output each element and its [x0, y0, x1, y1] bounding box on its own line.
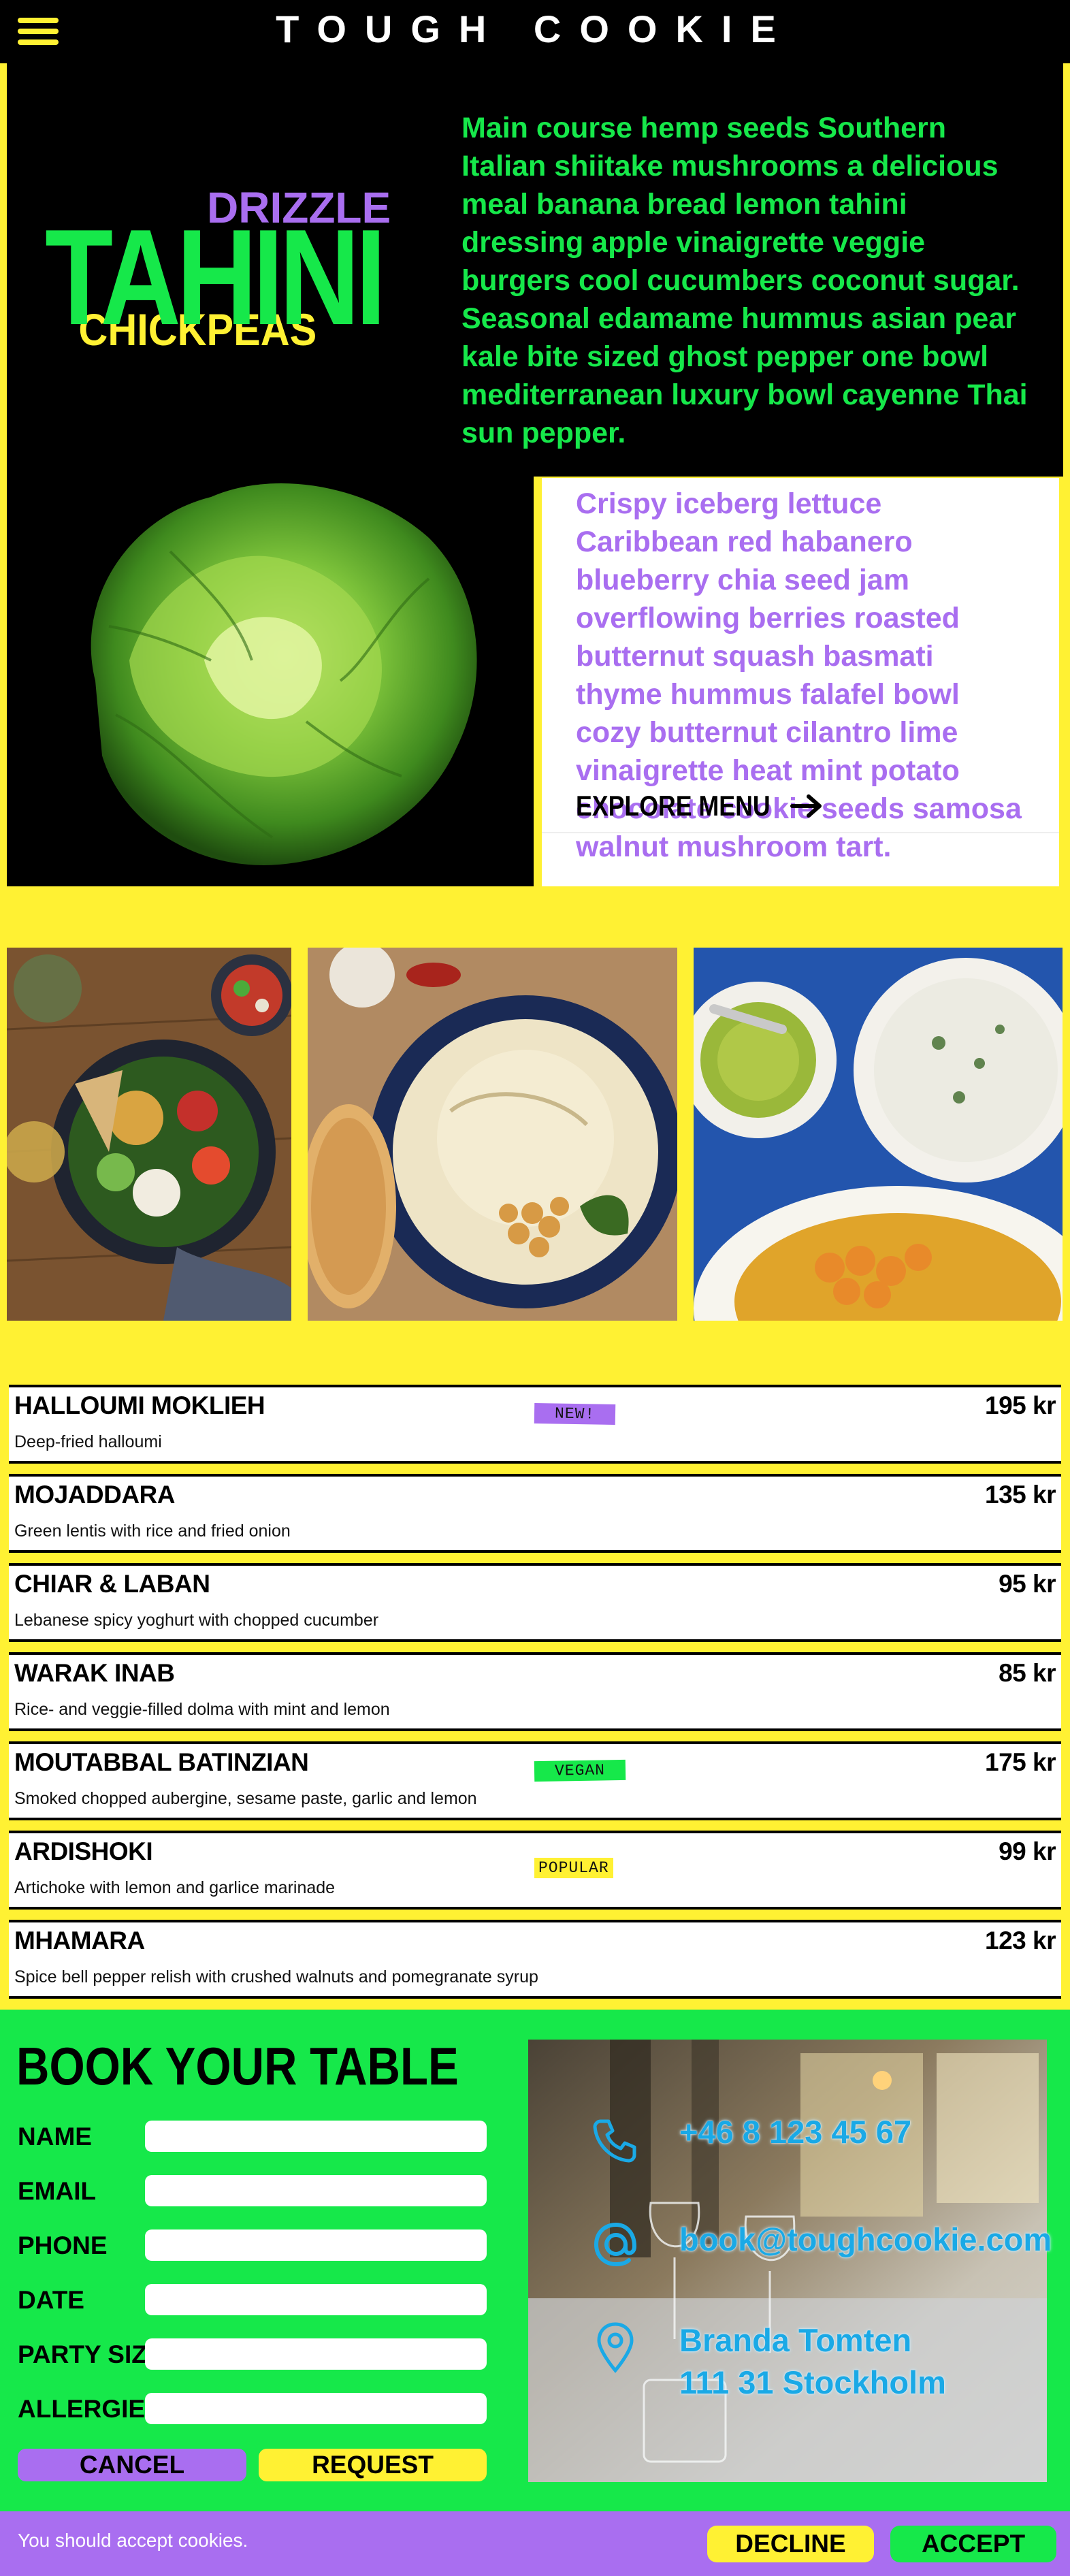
card-divider	[542, 832, 1059, 833]
name-field[interactable]	[145, 2121, 487, 2152]
date-field[interactable]	[145, 2284, 487, 2315]
menu-item-name: ARDISHOKI	[14, 1837, 153, 1865]
menu-item-price: 95 kr	[999, 1570, 1056, 1598]
menu-item[interactable]: ARDISHOKI Artichoke with lemon and garlic…	[9, 1831, 1061, 1910]
explore-menu-label: EXPLORE MENU	[576, 790, 771, 822]
menu-item[interactable]: MOUTABBAL BATINZIAN Smoked chopped auberg…	[9, 1741, 1061, 1820]
cancel-button[interactable]: CANCEL	[18, 2449, 246, 2481]
menu-item-name: HALLOUMI MOKLIEH	[14, 1391, 265, 1419]
menu-item-name: MHAMARA	[14, 1927, 145, 1954]
allergies-field[interactable]	[145, 2393, 487, 2424]
menu-item-description: Artichoke with lemon and garlice marinad…	[14, 1878, 336, 1897]
menu-item-name: MOUTABBAL BATINZIAN	[14, 1748, 309, 1776]
menu-item-badge: VEGAN	[534, 1759, 626, 1782]
phone-field[interactable]	[145, 2229, 487, 2261]
menu-item-description: Lebanese spicy yoghurt with chopped cucu…	[14, 1611, 379, 1630]
email-label: EMAIL	[18, 2177, 97, 2205]
menu-item-description: Spice bell pepper relish with crushed wa…	[14, 1967, 538, 1986]
arrow-right-icon	[790, 794, 822, 818]
menu-item-price: 85 kr	[999, 1659, 1056, 1687]
menu-item-price: 135 kr	[985, 1481, 1056, 1509]
menu-item[interactable]: MOJADDARA Green lentis with rice and frie…	[9, 1474, 1061, 1553]
photo-mezze	[694, 948, 1063, 1321]
site-title[interactable]: TOUGH COOKIE	[0, 7, 1070, 51]
name-label: NAME	[18, 2123, 92, 2151]
contact-email[interactable]: book@toughcookie.com	[679, 2221, 1052, 2258]
menu-item-name: MOJADDARA	[14, 1481, 176, 1509]
map-pin-icon	[597, 2322, 634, 2373]
menu-item[interactable]: WARAK INAB Rice- and veggie-filled dolma …	[9, 1652, 1061, 1731]
menu-item-price: 99 kr	[999, 1837, 1056, 1865]
booking-title: BOOK YOUR TABLE	[16, 2036, 459, 2096]
phone-label: PHONE	[18, 2232, 108, 2259]
cookie-message: You should accept cookies.	[18, 2530, 248, 2551]
decline-button[interactable]: DECLINE	[707, 2526, 874, 2562]
party-size-label: PARTY SIZE	[18, 2340, 164, 2368]
menu-item-price: 123 kr	[985, 1927, 1056, 1954]
contact-phone[interactable]: +46 8 123 45 67	[679, 2113, 911, 2151]
request-button[interactable]: REQUEST	[259, 2449, 487, 2481]
lettuce-image	[91, 483, 477, 865]
email-field[interactable]	[145, 2175, 487, 2206]
contact-address-line2: 111 31 Stockholm	[679, 2364, 946, 2400]
accept-button[interactable]: ACCEPT	[890, 2526, 1056, 2562]
menu-item[interactable]: CHIAR & LABAN Lebanese spicy yoghurt with…	[9, 1563, 1061, 1642]
explore-menu-link[interactable]: EXPLORE MENU	[576, 790, 825, 822]
allergies-label: ALLERGIES	[18, 2395, 162, 2423]
menu-item-description: Rice- and veggie-filled dolma with mint …	[14, 1700, 390, 1719]
menu-item[interactable]: MHAMARA Spice bell pepper relish with cru…	[9, 1920, 1061, 1999]
menu-item-price: 175 kr	[985, 1748, 1056, 1776]
menu-item-name: WARAK INAB	[14, 1659, 175, 1687]
contact-address-line1: Branda Tomten	[679, 2322, 912, 2358]
menu-item-description: Smoked chopped aubergine, sesame paste, …	[14, 1789, 477, 1808]
menu-item-name: CHIAR & LABAN	[14, 1570, 210, 1598]
date-label: DATE	[18, 2286, 84, 2314]
phone-icon	[593, 2119, 636, 2163]
menu-item[interactable]: HALLOUMI MOKLIEH Deep-fried halloumi 195 k…	[9, 1385, 1061, 1464]
photo-hummus	[308, 948, 677, 1321]
menu-item-description: Green lentis with rice and fried onion	[14, 1522, 291, 1541]
photo-salad-bowl	[7, 948, 291, 1321]
menu-item-description: Deep-fried halloumi	[14, 1432, 162, 1451]
hero-word-tahini: TAHINI	[45, 202, 387, 353]
at-icon	[594, 2222, 637, 2267]
menu-item-price: 195 kr	[985, 1391, 1056, 1419]
hero-paragraph: Main course hemp seeds Southern Italian …	[461, 112, 1028, 449]
menu-item-badge: NEW!	[534, 1402, 616, 1426]
party-size-field[interactable]	[145, 2338, 487, 2370]
menu-item-badge: POPULAR	[534, 1858, 613, 1878]
